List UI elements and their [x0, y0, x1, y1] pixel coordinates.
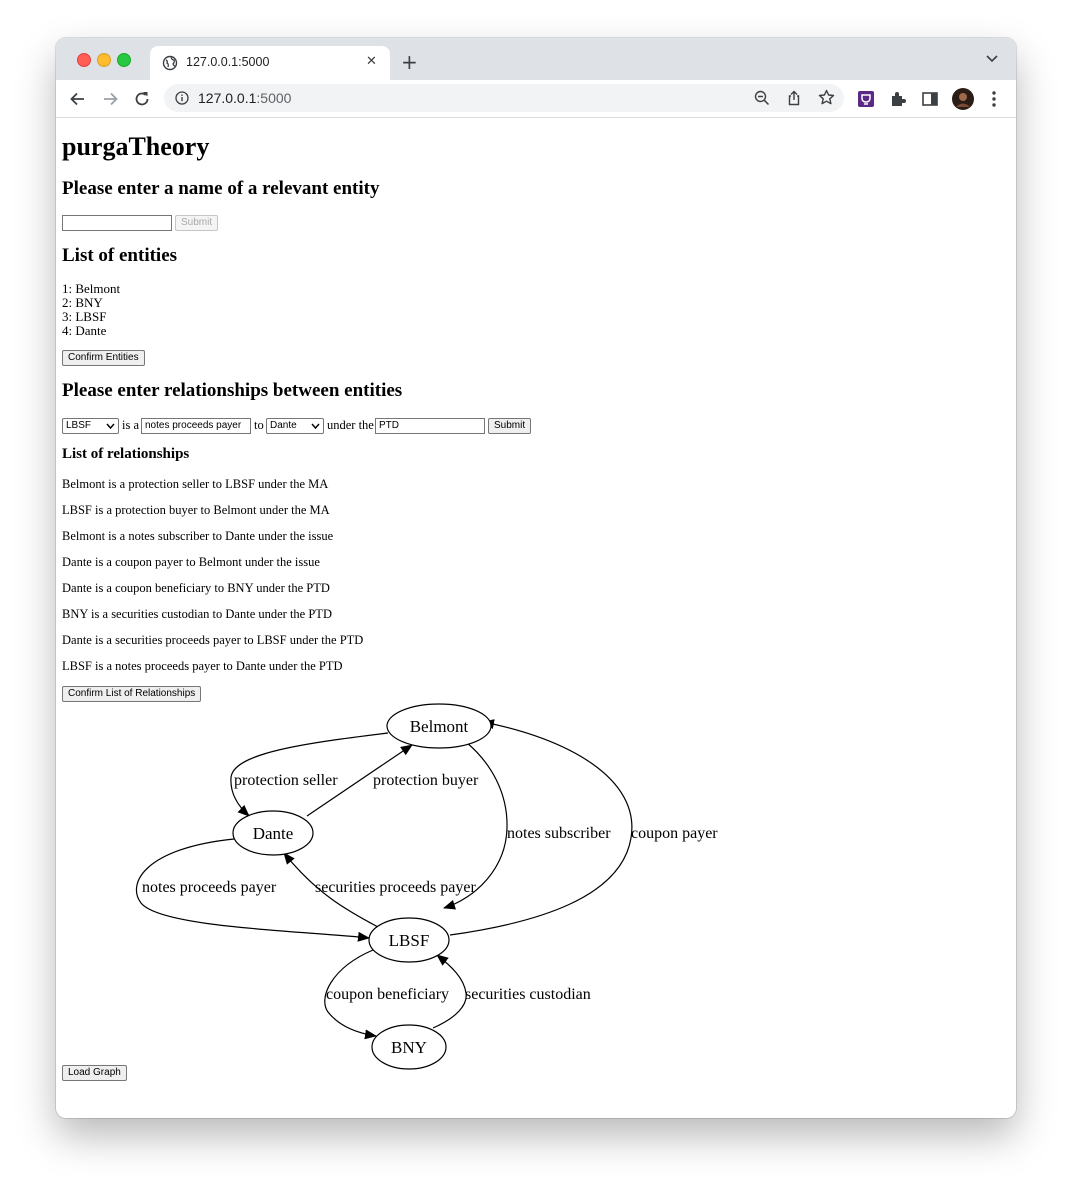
role-input[interactable] — [141, 418, 251, 434]
to-entity-select[interactable]: Dante — [266, 418, 324, 434]
info-icon[interactable] — [175, 91, 189, 105]
edge-label-coupon-beneficiary: coupon beneficiary — [326, 986, 449, 1003]
edge-label-protection-buyer: protection buyer — [373, 772, 479, 789]
tab-strip: 127.0.0.1:5000 ✕ + — [56, 38, 1016, 80]
page-content: purgaTheory Please enter a name of a rel… — [56, 118, 1016, 1118]
is-a-label: is a — [122, 418, 140, 432]
relationships-heading: Please enter relationships between entit… — [62, 380, 403, 401]
close-window-button[interactable] — [77, 53, 91, 67]
node-label-bny: BNY — [391, 1038, 427, 1057]
node-label-belmont: Belmont — [410, 717, 469, 736]
relationship-item: LBSF is a protection buyer to Belmont un… — [62, 503, 330, 517]
relationship-item: Dante is a coupon payer to Belmont under… — [62, 555, 320, 569]
entity-list-item: 1: Belmont — [62, 281, 121, 296]
entity-heading: Please enter a name of a relevant entity — [62, 178, 380, 199]
bookmark-star-icon[interactable] — [818, 89, 835, 106]
relationship-graph: Belmont Dante LBSF BNY protection seller… — [136, 703, 718, 1070]
url-text[interactable]: 127.0.0.1:5000 — [198, 90, 291, 106]
edge-label-securities-custodian: securities custodian — [465, 986, 591, 1003]
edge-label-notes-proceeds-payer: notes proceeds payer — [142, 879, 277, 896]
url-host: 127.0.0.1 — [198, 90, 257, 106]
relationship-item: BNY is a securities custodian to Dante u… — [62, 607, 332, 621]
from-entity-select[interactable]: LBSF — [62, 418, 119, 434]
browser-window: 127.0.0.1:5000 ✕ + 127.0.0.1:5000 purgaT… — [56, 38, 1016, 1118]
from-entity-value: LBSF — [66, 420, 92, 431]
new-tab-icon[interactable]: + — [401, 47, 418, 77]
page-title: purgaTheory — [62, 132, 210, 161]
relationship-item: Belmont is a notes subscriber to Dante u… — [62, 529, 334, 543]
edge-label-protection-seller: protection seller — [234, 772, 338, 789]
browser-tab[interactable]: 127.0.0.1:5000 ✕ — [150, 46, 390, 80]
zoom-out-icon[interactable] — [754, 90, 770, 106]
avatar[interactable] — [951, 87, 975, 111]
edge-label-notes-subscriber: notes subscriber — [507, 825, 611, 842]
relationship-submit-button[interactable]: Submit — [488, 418, 532, 434]
entity-list-item: 4: Dante — [62, 323, 107, 338]
confirm-entities-button[interactable]: Confirm Entities — [62, 350, 145, 366]
relationship-item: Dante is a securities proceeds payer to … — [62, 633, 364, 647]
entity-list-item: 3: LBSF — [62, 309, 107, 324]
node-label-lbsf: Dante — [253, 824, 294, 843]
entities-heading: List of entities — [62, 245, 178, 266]
relationship-item: Belmont is a protection seller to LBSF u… — [62, 477, 329, 491]
address-bar[interactable]: 127.0.0.1:5000 — [164, 84, 844, 112]
entity-list-item: 2: BNY — [62, 295, 103, 310]
forward-icon[interactable] — [100, 89, 120, 109]
reload-icon[interactable] — [132, 89, 152, 109]
back-icon[interactable] — [68, 89, 88, 109]
agreement-input[interactable] — [375, 418, 485, 434]
minimize-window-button[interactable] — [97, 53, 111, 67]
share-icon[interactable] — [786, 90, 802, 106]
to-entity-value: Dante — [270, 420, 297, 431]
to-label: to — [254, 418, 264, 432]
node-label-dante: LBSF — [389, 931, 430, 950]
edge-label-coupon-payer: coupon payer — [631, 825, 718, 842]
relationship-item: LBSF is a notes proceeds payer to Dante … — [62, 659, 343, 673]
globe-icon — [162, 55, 178, 71]
puzzle-icon[interactable] — [888, 89, 908, 109]
chevron-down-icon — [311, 423, 320, 430]
entity-submit-button[interactable]: Submit — [175, 215, 219, 231]
edge-label-securities-proceeds-payer: securities proceeds payer — [315, 879, 476, 896]
relationships-list-heading: List of relationships — [62, 446, 190, 462]
under-the-label: under the — [327, 418, 374, 432]
zoom-window-button[interactable] — [117, 53, 131, 67]
side-panel-icon[interactable] — [920, 89, 940, 109]
extension-icon[interactable] — [856, 89, 876, 109]
chevron-down-icon — [106, 423, 115, 430]
chevron-down-icon[interactable] — [986, 54, 998, 64]
url-port: :5000 — [256, 90, 292, 106]
relationship-item: Dante is a coupon beneficiary to BNY und… — [62, 581, 330, 595]
load-graph-button[interactable]: Load Graph — [62, 1065, 127, 1081]
entity-name-input[interactable] — [62, 215, 172, 231]
tab-close-icon[interactable]: ✕ — [366, 54, 377, 69]
menu-kebab-icon[interactable] — [984, 89, 1004, 109]
tab-title: 127.0.0.1:5000 — [186, 55, 270, 69]
browser-toolbar: 127.0.0.1:5000 — [56, 80, 1016, 118]
